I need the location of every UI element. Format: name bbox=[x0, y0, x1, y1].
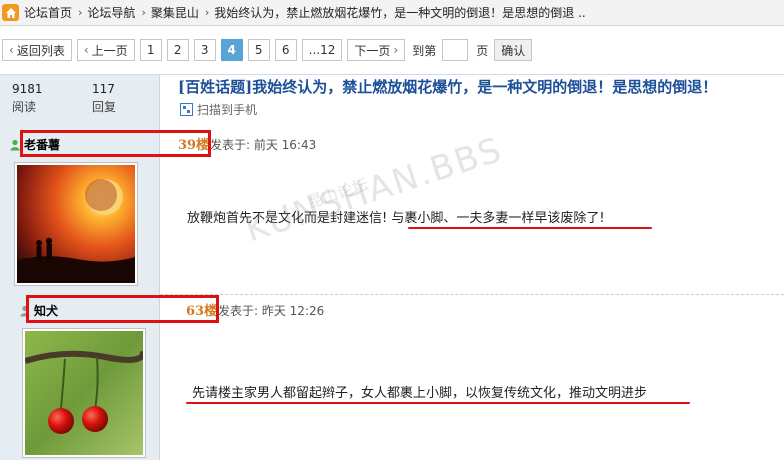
chevron-right-icon: › bbox=[141, 6, 146, 19]
scan-to-phone-label: 扫描到手机 bbox=[197, 103, 258, 117]
qr-code-icon bbox=[180, 103, 193, 116]
last-page-button[interactable]: ...12 bbox=[301, 39, 343, 61]
views-count: 9181 bbox=[12, 82, 43, 96]
back-to-list-button[interactable]: ‹ 返回列表 bbox=[2, 39, 72, 61]
views-label: 阅读 bbox=[12, 100, 37, 114]
breadcrumb-forum-nav[interactable]: 论坛导航 bbox=[87, 4, 135, 21]
highlight-underline bbox=[186, 402, 690, 404]
post-content: 放鞭炮首先不是文化而是封建迷信! 与裹小脚、一夫多妻一样早该废除了! bbox=[187, 211, 605, 226]
breadcrumb-current-thread: 我始终认为，禁止燃放烟花爆竹，是一种文明的倒退！是思想的倒退 .. bbox=[214, 6, 586, 20]
post-timestamp: 发表于: 昨天 12:26 bbox=[218, 304, 325, 318]
current-page-indicator: 4 bbox=[220, 39, 243, 61]
thread-header: 9181 阅读 117 回复 [百姓话题]我始终认为，禁止燃放烟花爆竹，是一种文… bbox=[0, 74, 784, 125]
page-2-button[interactable]: 2 bbox=[166, 39, 189, 61]
goto-suffix-label: 页 bbox=[476, 43, 489, 58]
author-avatar[interactable] bbox=[22, 328, 147, 458]
replies-count: 117 bbox=[92, 82, 115, 96]
prev-page-button[interactable]: ‹ 上一页 bbox=[76, 39, 135, 61]
breadcrumb: 论坛首页 › 论坛导航 › 聚集昆山 › 我始终认为，禁止燃放烟花爆竹，是一种文… bbox=[0, 0, 784, 26]
highlight-underline bbox=[408, 227, 652, 229]
page-3-button[interactable]: 3 bbox=[193, 39, 216, 61]
cherries-avatar-icon bbox=[24, 331, 147, 455]
breadcrumb-forum-home[interactable]: 论坛首页 bbox=[24, 4, 72, 21]
post-timestamp: 发表于: 前天 16:43 bbox=[210, 138, 317, 152]
next-page-label: 下一页 bbox=[354, 43, 391, 58]
chevron-left-icon: ‹ bbox=[83, 43, 89, 57]
breadcrumb-board[interactable]: 聚集昆山 bbox=[151, 4, 199, 21]
page-1-button[interactable]: 1 bbox=[139, 39, 162, 61]
thread-stats: 9181 阅读 117 回复 bbox=[0, 75, 160, 125]
chevron-right-icon: › bbox=[78, 6, 83, 19]
back-to-list-label: 返回列表 bbox=[16, 43, 65, 58]
post-divider bbox=[160, 294, 784, 295]
thread-title: [百姓话题]我始终认为，禁止燃放烟花爆竹，是一种文明的倒退！是思想的倒退！ bbox=[178, 78, 718, 96]
page-6-button[interactable]: 6 bbox=[274, 39, 297, 61]
home-icon[interactable] bbox=[2, 4, 19, 21]
sunset-couple-avatar-icon bbox=[17, 165, 135, 283]
post-content: 先请楼主家男人都留起辫子，女人都裹上小脚，以恢复传统文化，推动文明进步 bbox=[192, 386, 648, 401]
page-5-button[interactable]: 5 bbox=[247, 39, 270, 61]
next-page-button[interactable]: 下一页 › bbox=[347, 39, 406, 61]
chevron-right-icon: › bbox=[204, 6, 210, 19]
scan-to-phone-link[interactable]: 扫描到手机 bbox=[180, 101, 257, 118]
chevron-right-icon: › bbox=[393, 43, 399, 57]
pagination: ‹ 返回列表 ‹ 上一页 1 2 3 4 5 6 ...12 下一页 › 到第 … bbox=[0, 36, 537, 64]
author-avatar[interactable] bbox=[14, 162, 138, 286]
online-user-icon bbox=[10, 139, 20, 150]
confirm-goto-button[interactable]: 确认 bbox=[494, 39, 533, 61]
replies-stat: 117 回复 bbox=[92, 82, 116, 115]
views-stat: 9181 阅读 bbox=[12, 82, 43, 115]
highlight-box-author bbox=[20, 130, 211, 157]
highlight-box-author bbox=[26, 295, 219, 323]
chevron-left-icon: ‹ bbox=[9, 43, 14, 57]
goto-prefix-label: 到第 bbox=[412, 43, 437, 58]
prev-page-label: 上一页 bbox=[91, 43, 128, 58]
goto-page-input[interactable] bbox=[442, 39, 469, 61]
replies-label: 回复 bbox=[92, 100, 117, 114]
